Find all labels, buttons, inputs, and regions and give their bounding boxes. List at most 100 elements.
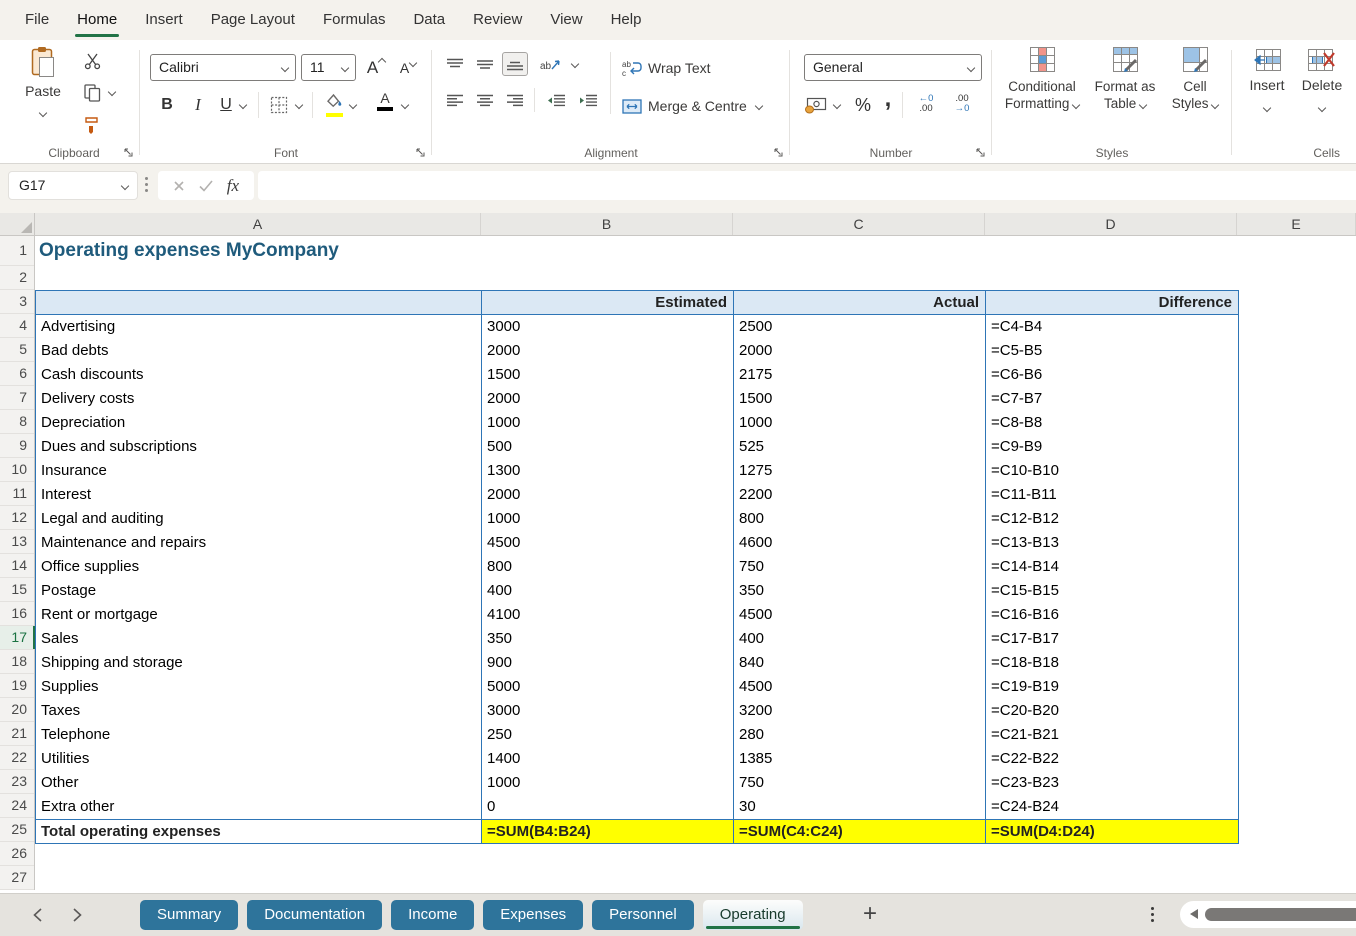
row-header-6[interactable]: 6 [0,362,34,386]
cell-A6[interactable]: Cash discounts [36,363,482,387]
cell-C25[interactable]: =SUM(C4:C24) [734,819,986,843]
column-header-C[interactable]: C [733,213,985,235]
cell-B15[interactable]: 400 [482,579,734,603]
cell-B23[interactable]: 1000 [482,771,734,795]
cell-B3[interactable]: Estimated [482,291,734,315]
cell-A17[interactable]: Sales [36,627,482,651]
cell-B21[interactable]: 250 [482,723,734,747]
ribbon-tab-review[interactable]: Review [459,0,536,40]
row-header-19[interactable]: 19 [0,674,34,698]
cell-A25[interactable]: Total operating expenses [36,819,482,843]
cell-C8[interactable]: 1000 [734,411,986,435]
paste-button[interactable]: Paste [18,46,68,121]
sheet-tab-expenses[interactable]: Expenses [483,900,584,930]
cell-C16[interactable]: 4500 [734,603,986,627]
cell-A22[interactable]: Utilities [36,747,482,771]
cell-B8[interactable]: 1000 [482,411,734,435]
row-header-4[interactable]: 4 [0,314,34,338]
row-header-23[interactable]: 23 [0,770,34,794]
cell-D23[interactable]: =C23-B23 [986,771,1238,795]
decrease-decimal-button[interactable]: .00 →0 [946,94,978,114]
font-size-combo[interactable]: 11 [301,54,356,81]
cell-C24[interactable]: 30 [734,795,986,819]
cell-C22[interactable]: 1385 [734,747,986,771]
cell-D3[interactable]: Difference [986,291,1238,315]
cell-C13[interactable]: 4600 [734,531,986,555]
column-header-E[interactable]: E [1237,213,1356,235]
column-header-A[interactable]: A [35,213,481,235]
cell-A1-title[interactable]: Operating expenses MyCompany [39,236,339,266]
cell-D21[interactable]: =C21-B21 [986,723,1238,747]
row-header-21[interactable]: 21 [0,722,34,746]
cell-A4[interactable]: Advertising [36,315,482,339]
cell-B17[interactable]: 350 [482,627,734,651]
row-header-13[interactable]: 13 [0,530,34,554]
cell-B13[interactable]: 4500 [482,531,734,555]
insert-function-icon[interactable]: fx [227,176,239,196]
row-header-7[interactable]: 7 [0,386,34,410]
cell-A9[interactable]: Dues and subscriptions [36,435,482,459]
cell-D12[interactable]: =C12-B12 [986,507,1238,531]
number-format-combo[interactable]: General [804,54,982,81]
cell-B19[interactable]: 5000 [482,675,734,699]
cell-C12[interactable]: 800 [734,507,986,531]
copy-button[interactable] [80,82,104,104]
cell-C4[interactable]: 2500 [734,315,986,339]
cell-C10[interactable]: 1275 [734,459,986,483]
borders-dropdown-icon[interactable] [294,100,304,110]
cell-C11[interactable]: 2200 [734,483,986,507]
enter-icon[interactable] [199,179,213,192]
align-left-button[interactable] [442,88,468,112]
wrap-text-button[interactable]: ab c Wrap Text [622,56,711,80]
shrink-font-button[interactable]: A [394,55,422,81]
column-header-B[interactable]: B [481,213,733,235]
cell-D6[interactable]: =C6-B6 [986,363,1238,387]
fill-color-button[interactable] [322,93,346,117]
increase-decimal-button[interactable]: ←0.00 [910,94,942,114]
ribbon-tab-data[interactable]: Data [399,0,459,40]
cell-D20[interactable]: =C20-B20 [986,699,1238,723]
ribbon-tab-formulas[interactable]: Formulas [309,0,400,40]
cell-B5[interactable]: 2000 [482,339,734,363]
cell-C3[interactable]: Actual [734,291,986,315]
cell-D17[interactable]: =C17-B17 [986,627,1238,651]
font-color-dropdown-icon[interactable] [400,100,410,110]
cell-D8[interactable]: =C8-B8 [986,411,1238,435]
ribbon-tab-help[interactable]: Help [597,0,656,40]
cell-C14[interactable]: 750 [734,555,986,579]
borders-button[interactable] [266,92,292,118]
cell-C9[interactable]: 525 [734,435,986,459]
cell-A11[interactable]: Interest [36,483,482,507]
top-align-button[interactable] [442,52,468,76]
ribbon-tab-page-layout[interactable]: Page Layout [197,0,309,40]
cell-A21[interactable]: Telephone [36,723,482,747]
row-header-9[interactable]: 9 [0,434,34,458]
cell-B24[interactable]: 0 [482,795,734,819]
ribbon-tab-home[interactable]: Home [63,0,131,40]
cell-D13[interactable]: =C13-B13 [986,531,1238,555]
cell-D18[interactable]: =C18-B18 [986,651,1238,675]
cell-A12[interactable]: Legal and auditing [36,507,482,531]
sheet-tab-personnel[interactable]: Personnel [592,900,694,930]
row-header-24[interactable]: 24 [0,794,34,818]
cell-A5[interactable]: Bad debts [36,339,482,363]
ribbon-tab-insert[interactable]: Insert [131,0,197,40]
underline-button[interactable]: U [214,92,238,118]
formula-input[interactable] [258,171,1356,200]
cell-D9[interactable]: =C9-B9 [986,435,1238,459]
format-as-table-button[interactable]: Format as Table [1090,46,1160,112]
row-header-8[interactable]: 8 [0,410,34,434]
cell-B10[interactable]: 1300 [482,459,734,483]
cell-D16[interactable]: =C16-B16 [986,603,1238,627]
fill-color-dropdown-icon[interactable] [348,100,358,110]
row-header-5[interactable]: 5 [0,338,34,362]
cell-D15[interactable]: =C15-B15 [986,579,1238,603]
cell-D10[interactable]: =C10-B10 [986,459,1238,483]
name-box[interactable]: G17 [8,171,138,200]
bottom-align-button[interactable] [502,52,528,76]
cell-A19[interactable]: Supplies [36,675,482,699]
next-sheet-button[interactable] [66,904,88,926]
cell-D25[interactable]: =SUM(D4:D24) [986,819,1238,843]
formula-bar-grip[interactable] [145,177,148,195]
cell-D19[interactable]: =C19-B19 [986,675,1238,699]
